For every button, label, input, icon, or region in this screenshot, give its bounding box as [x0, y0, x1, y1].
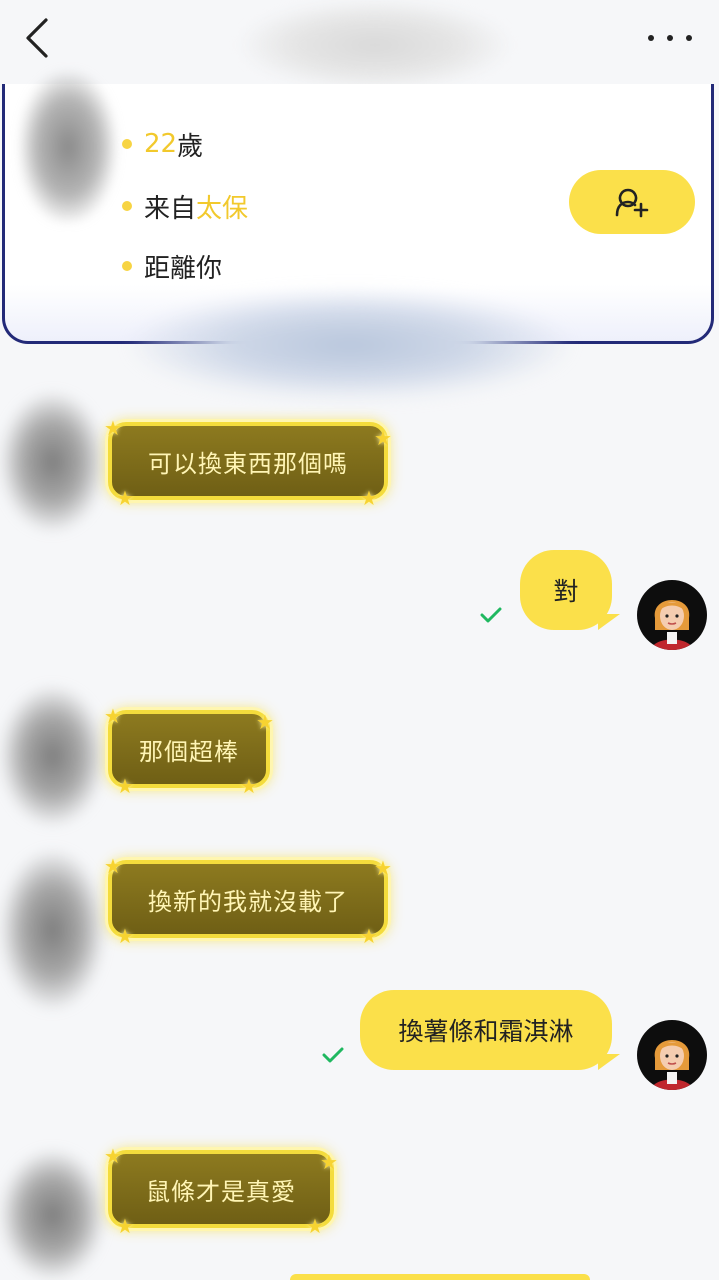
bullet-dot — [122, 261, 132, 271]
location-prefix: 来自 — [144, 193, 197, 224]
star-icon: ★ — [306, 1214, 324, 1238]
star-icon: ★ — [116, 486, 134, 510]
bullet-dot — [122, 201, 132, 211]
star-icon: ★ — [320, 1150, 338, 1174]
bubble-tail — [598, 1054, 620, 1070]
star-icon: ★ — [374, 856, 392, 880]
star-icon: ★ — [104, 854, 122, 878]
bullet-dot — [122, 139, 132, 149]
user-avatar-icon — [651, 600, 693, 650]
star-icon: ★ — [116, 1214, 134, 1238]
star-icon: ★ — [116, 774, 134, 798]
blurred-avatar — [0, 686, 105, 826]
blurred-profile-photo — [20, 72, 116, 222]
message-text: 換新的我就沒載了 — [148, 887, 348, 916]
star-icon: ★ — [374, 426, 392, 450]
age-number: 22 — [144, 129, 178, 159]
sent-message-bubble[interactable]: 換薯條和霜淇淋 — [360, 990, 612, 1070]
blurred-username — [240, 0, 510, 90]
read-check-icon — [322, 1047, 344, 1063]
blurred-avatar — [0, 850, 105, 1010]
received-message-bubble[interactable]: 換新的我就沒載了 — [108, 860, 388, 938]
distance-row: 距離你 — [122, 246, 222, 286]
chevron-left-icon — [26, 18, 48, 58]
star-icon: ★ — [360, 486, 378, 510]
blurred-avatar — [0, 392, 105, 532]
my-avatar[interactable] — [637, 1020, 707, 1090]
add-friend-button[interactable] — [569, 170, 695, 234]
received-message-bubble[interactable]: 可以換東西那個嗎 — [108, 422, 388, 500]
location-row: 来自 太保 — [122, 186, 248, 226]
star-icon: ★ — [240, 774, 258, 798]
blurred-region — [130, 290, 570, 400]
received-message-bubble[interactable]: 鼠條才是真愛 — [108, 1150, 334, 1228]
location-place: 太保 — [196, 193, 249, 224]
my-avatar[interactable] — [637, 580, 707, 650]
star-icon: ★ — [104, 1144, 122, 1168]
age-unit: 歲 — [177, 131, 204, 162]
sent-message-bubble-partial[interactable] — [290, 1274, 590, 1280]
message-text: 可以換東西那個嗎 — [148, 449, 348, 478]
read-check-icon — [480, 607, 502, 623]
add-friend-icon — [615, 188, 649, 218]
more-options-icon[interactable] — [648, 24, 692, 52]
age-row: 22 歲 — [122, 124, 203, 164]
message-text: 對 — [553, 577, 579, 606]
message-text: 那個超棒 — [139, 737, 239, 766]
user-avatar-icon — [651, 1040, 693, 1090]
bubble-tail — [598, 614, 620, 630]
distance-label: 距離你 — [144, 253, 223, 284]
blurred-avatar — [0, 1150, 105, 1280]
star-icon: ★ — [104, 704, 122, 728]
back-button[interactable] — [18, 16, 58, 60]
star-icon: ★ — [360, 924, 378, 948]
star-icon: ★ — [256, 710, 274, 734]
star-icon: ★ — [116, 924, 134, 948]
message-text: 鼠條才是真愛 — [146, 1177, 296, 1206]
star-icon: ★ — [104, 416, 122, 440]
message-text: 換薯條和霜淇淋 — [398, 1017, 574, 1046]
